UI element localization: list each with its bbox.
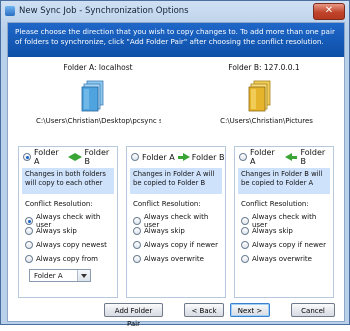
folder-a-icon [81,80,104,112]
close-button[interactable]: ✕ [313,3,345,20]
option-radio[interactable] [133,255,141,263]
option-radio[interactable] [241,217,249,225]
option-label: Always overwrite [252,255,312,263]
cancel-button[interactable]: Cancel [291,303,335,317]
arrow-left-icon [285,153,293,161]
option-radio[interactable] [25,241,33,249]
conflict-option[interactable]: Always overwrite [241,255,312,263]
option-radio[interactable] [25,227,33,235]
option-radio[interactable] [133,241,141,249]
option-label: Always copy newest [36,241,107,249]
option-radio[interactable] [25,255,33,263]
back-button[interactable]: < Back [184,303,224,317]
window-title: New Sync Job - Synchronization Options [19,6,189,16]
arrow-right-icon [75,153,83,161]
direction-radio[interactable] [23,153,31,161]
direction-panel-a-to-b[interactable]: Folder A Folder B Changes in Folder A wi… [126,146,226,298]
direction-radio[interactable] [131,153,139,161]
folder-b-path: C:\Users\Christian\Pictures [220,117,313,125]
panel-right-label: Folder B [300,148,326,166]
option-radio[interactable] [133,227,141,235]
conflict-option[interactable]: Always skip [241,227,293,235]
option-label: Always skip [36,227,77,235]
conflict-option[interactable]: Always copy from [25,255,98,263]
arrow-left-icon [68,153,76,161]
panel-left-label: Folder A [142,152,175,162]
direction-panel-both[interactable]: Folder A Folder B Changes in both folder… [18,146,118,298]
panel-left-label: Folder A [249,148,275,166]
copy-from-value: Folder A [34,272,63,280]
panel-left-label: Folder A [33,148,59,166]
option-radio[interactable] [241,227,249,235]
direction-panel-b-to-a[interactable]: Folder A Folder B Changes in Folder B wi… [234,146,334,298]
close-icon: ✕ [324,5,334,16]
folder-a-title: Folder A: localhost [63,63,133,72]
option-label: Always copy if newer [252,241,326,249]
add-folder-pair-button[interactable]: Add Folder Pair [104,303,163,328]
instruction-banner: Please choose the direction that you wis… [8,23,344,57]
conflict-resolution-label: Conflict Resolution: [133,200,201,208]
panel-right-label: Folder B [84,148,110,166]
option-radio[interactable] [25,217,33,225]
dialog-body: Please choose the direction that you wis… [7,22,345,328]
title-bar[interactable]: New Sync Job - Synchronization Options ✕ [1,1,349,21]
conflict-option[interactable]: Always skip [133,227,185,235]
folder-a-path: C:\Users\Christian\Desktop\pcsync sc... [36,117,161,125]
direction-description: Changes in Folder B will be copied to Fo… [238,168,330,194]
conflict-option[interactable]: Always skip [25,227,77,235]
option-label: Always skip [144,227,185,235]
option-label: Always copy if newer [144,241,218,249]
direction-option-b-to-a[interactable]: Folder A Folder B [235,147,333,167]
conflict-resolution-label: Conflict Resolution: [25,200,93,208]
arrow-right-icon [182,153,190,161]
option-radio[interactable] [241,255,249,263]
direction-option-a-to-b[interactable]: Folder A Folder B [127,147,225,167]
conflict-option[interactable]: Always overwrite [133,255,204,263]
conflict-option[interactable]: Always copy if newer [133,241,218,249]
arrow-shaft [292,155,298,159]
option-label: Always skip [252,227,293,235]
next-button[interactable]: Next > [230,303,270,317]
direction-description: Changes in Folder A will be copied to Fo… [130,168,222,194]
folder-b-title: Folder B: 127.0.0.1 [228,63,300,72]
copy-from-select[interactable]: Folder A [29,269,91,282]
chevron-down-icon[interactable] [77,270,90,281]
instruction-text: Please choose the direction that you wis… [15,27,335,46]
sync-options-window: New Sync Job - Synchronization Options ✕… [0,0,350,328]
option-label: Always overwrite [144,255,204,263]
direction-radio[interactable] [239,153,247,161]
direction-option-both[interactable]: Folder A Folder B [19,147,117,167]
app-icon [5,6,15,16]
direction-description: Changes in both folders will copy to eac… [22,168,114,194]
conflict-option[interactable]: Always copy if newer [241,241,326,249]
option-radio[interactable] [241,241,249,249]
folder-b-icon [248,80,271,112]
conflict-option[interactable]: Always copy newest [25,241,107,249]
conflict-resolution-label: Conflict Resolution: [241,200,309,208]
option-label: Always copy from [36,255,98,263]
option-radio[interactable] [133,217,141,225]
panel-right-label: Folder B [191,152,225,162]
